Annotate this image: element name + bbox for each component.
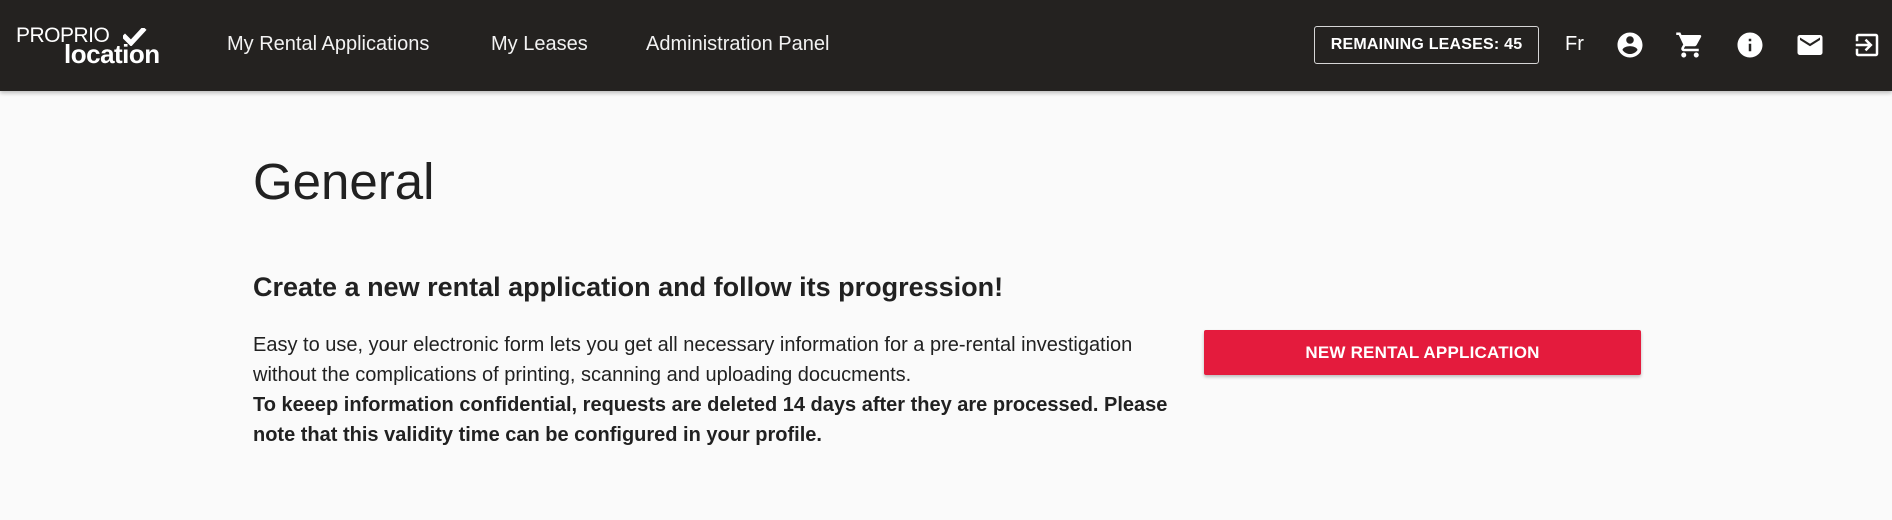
logo-text-location: location (64, 39, 160, 69)
description-text: Easy to use, your electronic form lets y… (253, 334, 1133, 386)
nav-administration-panel[interactable]: Administration Panel (646, 33, 829, 56)
language-toggle[interactable]: Fr (1565, 33, 1584, 56)
page-title: General (253, 153, 435, 210)
cart-icon[interactable] (1675, 30, 1705, 60)
mail-icon[interactable] (1795, 30, 1825, 60)
new-rental-application-button[interactable]: NEW RENTAL APPLICATION (1204, 330, 1641, 375)
top-app-bar: PROPRIO location My Rental Applications … (0, 0, 1892, 91)
logout-icon[interactable] (1852, 30, 1882, 60)
proprio-location-logo[interactable]: PROPRIO location (16, 24, 172, 68)
remaining-leases-badge[interactable]: REMAINING LEASES: 45 (1314, 26, 1539, 64)
nav-my-rental-applications[interactable]: My Rental Applications (227, 33, 429, 56)
section-description: Easy to use, your electronic form lets y… (253, 330, 1183, 450)
info-icon[interactable] (1735, 30, 1765, 60)
account-circle-icon[interactable] (1615, 30, 1645, 60)
confidentiality-notice: To keeep information confidential, reque… (253, 394, 1168, 446)
section-heading: Create a new rental application and foll… (253, 272, 1004, 302)
nav-my-leases[interactable]: My Leases (491, 33, 588, 56)
